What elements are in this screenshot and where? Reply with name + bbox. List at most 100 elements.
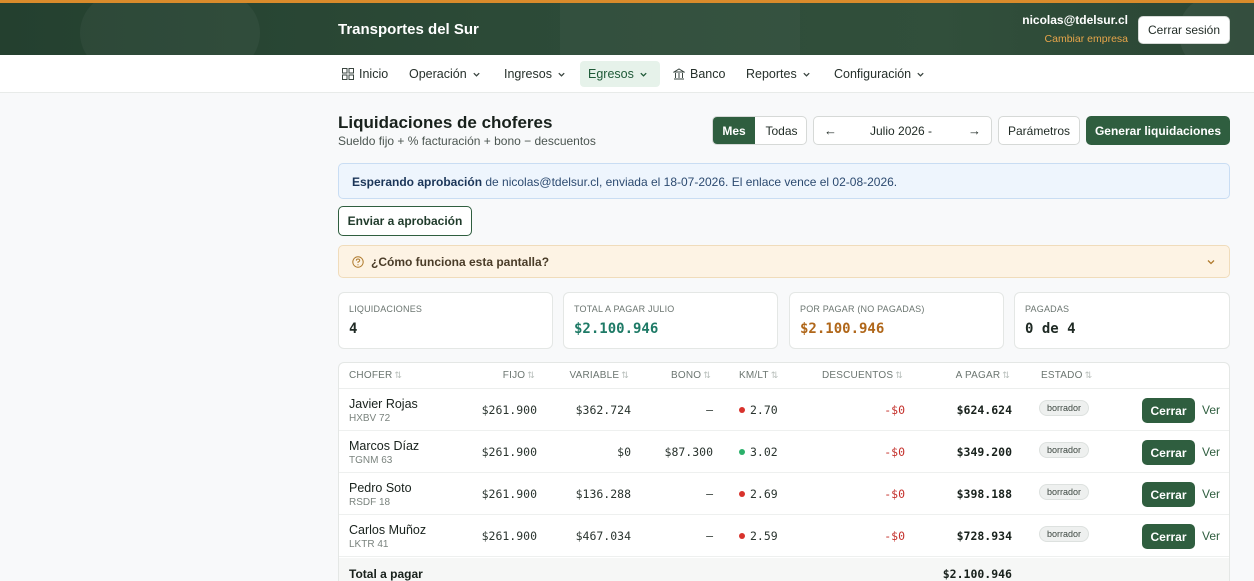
kpi-value: 4: [349, 321, 358, 337]
logout-button[interactable]: Cerrar sesión: [1138, 16, 1230, 44]
change-company-link[interactable]: Cambiar empresa: [1045, 33, 1128, 45]
view-link[interactable]: Ver: [1202, 529, 1220, 543]
sort-icon: ⇅: [770, 370, 779, 380]
help-question: ¿Cómo funciona esta pantalla?: [371, 255, 550, 269]
kpi-label: Total a pagar julio: [574, 304, 675, 314]
status-dot: [739, 533, 745, 539]
close-settlement-button[interactable]: Cerrar: [1142, 398, 1195, 423]
column-header-fijo[interactable]: Fijo ⇅: [503, 370, 535, 381]
kml-value: 3.02: [739, 445, 778, 459]
table-total-row: Total a pagar $2.100.946: [339, 558, 1229, 581]
sort-icon: ⇅: [895, 370, 903, 380]
sort-icon: ⇅: [703, 370, 711, 380]
header-background-shape: [560, 3, 800, 55]
column-header-bono[interactable]: Bono ⇅: [671, 370, 711, 381]
view-mode-toggle: Mes Todas: [712, 116, 807, 145]
bono-value: $87.300: [664, 445, 713, 459]
kml-value: 2.70: [739, 403, 778, 417]
header-background-shape: [80, 3, 260, 55]
status-dot: [739, 407, 745, 413]
bono-value: —: [706, 529, 713, 543]
status-badge: borrador: [1039, 400, 1090, 416]
approval-status-text: de nicolas@tdelsur.cl, enviada el 18-07-…: [482, 175, 898, 189]
column-header-variable[interactable]: Variable ⇅: [569, 370, 629, 381]
view-link[interactable]: Ver: [1202, 487, 1220, 501]
kpi-card-total: Total a pagar julio $2.100.946: [563, 292, 778, 349]
kpi-value: $2.100.946: [800, 321, 885, 337]
kml-value: 2.69: [739, 487, 778, 501]
approval-status-title: Esperando aprobación: [352, 175, 483, 189]
driver-name: Javier Rojas: [349, 397, 418, 411]
nav-item-egresos[interactable]: Egresos: [580, 61, 660, 87]
driver-name: Marcos Díaz: [349, 439, 420, 453]
a-pagar-value: $624.624: [956, 403, 1012, 417]
mode-month-button[interactable]: Mes: [713, 117, 755, 144]
close-settlement-button[interactable]: Cerrar: [1142, 440, 1195, 465]
column-header-a-pagar[interactable]: A pagar ⇅: [956, 370, 1010, 381]
descuentos-value: -$0: [884, 529, 905, 543]
chevron-down-icon: [640, 72, 647, 77]
kpi-card-liquidaciones: Liquidaciones 4: [338, 292, 553, 349]
settlements-table: Chofer ⇅ Fijo ⇅ Variable ⇅ Bono ⇅ Km/Lt ⇅ Des…: [338, 362, 1230, 581]
kpi-value: 0 de 4: [1025, 321, 1076, 337]
variable-value: $136.288: [575, 487, 631, 501]
a-pagar-value: $728.934: [956, 529, 1012, 543]
page-subtitle: Sueldo fijo + % facturación + bono − des…: [338, 134, 596, 148]
kpi-card-por-pagar: Por pagar (no pagadas) $2.100.946: [789, 292, 1004, 349]
descuentos-value: -$0: [884, 487, 905, 501]
page-title: Liquidaciones de choferes: [338, 113, 553, 132]
nav-item-label: Egresos: [588, 67, 634, 81]
vehicle-plate: TGNM 63: [349, 455, 393, 466]
company-name: Transportes del Sur: [338, 21, 479, 38]
nav-item-inicio[interactable]: Inicio: [334, 61, 396, 87]
nav-item-banco[interactable]: Banco: [665, 61, 733, 87]
generate-settlements-button[interactable]: Generar liquidaciones: [1086, 116, 1230, 145]
chevron-down-icon: [558, 72, 565, 77]
help-accordion[interactable]: ¿Cómo funciona esta pantalla?: [338, 245, 1230, 278]
view-link[interactable]: Ver: [1202, 445, 1220, 459]
nav-item-operacion[interactable]: Operación: [401, 61, 489, 87]
column-header-estado[interactable]: Estado ⇅: [1041, 370, 1092, 381]
close-settlement-button[interactable]: Cerrar: [1142, 482, 1195, 507]
status-badge: borrador: [1039, 526, 1090, 542]
status-badge: borrador: [1039, 484, 1090, 500]
bank-icon: [673, 68, 685, 80]
nav-item-reportes[interactable]: Reportes: [738, 61, 819, 87]
nav-item-label: Inicio: [359, 67, 389, 81]
total-label: Total a pagar: [349, 567, 423, 581]
driver-name: Pedro Soto: [349, 481, 412, 495]
sort-icon: ⇅: [1084, 370, 1093, 380]
month-picker: ← Julio 2026 - →: [813, 116, 992, 145]
approval-status-banner: Esperando aprobación de nicolas@tdelsur.…: [338, 163, 1230, 199]
nav-item-configuracion[interactable]: Configuración: [826, 61, 933, 87]
total-value: $2.100.946: [942, 567, 1012, 581]
month-select[interactable]: Julio 2026 -: [870, 124, 932, 138]
mode-all-button[interactable]: Todas: [755, 117, 806, 144]
view-link[interactable]: Ver: [1202, 403, 1220, 417]
fijo-value: $261.900: [481, 487, 537, 501]
table-row: Carlos Muñoz LKTR 41 $261.900 $467.034 —…: [339, 515, 1229, 557]
close-settlement-button[interactable]: Cerrar: [1142, 524, 1195, 549]
chevron-down-icon: [917, 72, 924, 77]
column-header-chofer[interactable]: Chofer ⇅: [349, 370, 402, 381]
bono-value: —: [706, 487, 713, 501]
column-header-kmlt[interactable]: Km/Lt ⇅: [739, 370, 778, 381]
nav-item-ingresos[interactable]: Ingresos: [496, 61, 574, 87]
chevron-down-icon: [803, 72, 810, 77]
descuentos-value: -$0: [884, 403, 905, 417]
variable-value: $467.034: [575, 529, 631, 543]
a-pagar-value: $398.188: [956, 487, 1012, 501]
sort-icon: ⇅: [394, 370, 403, 380]
kpi-label: Liquidaciones: [349, 304, 423, 314]
vehicle-plate: HXBV 72: [349, 413, 391, 424]
variable-value: $362.724: [575, 403, 631, 417]
column-header-descuentos[interactable]: Descuentos ⇅: [822, 370, 903, 381]
fijo-value: $261.900: [481, 403, 537, 417]
kpi-label: Por pagar (no pagadas): [800, 304, 925, 314]
sort-icon: ⇅: [621, 370, 629, 380]
parameters-button[interactable]: Parámetros: [998, 116, 1080, 145]
prev-month-button[interactable]: ←: [824, 123, 837, 138]
next-month-button[interactable]: →: [968, 123, 981, 138]
send-approval-button[interactable]: Enviar a aprobación: [338, 206, 472, 236]
kml-value: 2.59: [739, 529, 778, 543]
